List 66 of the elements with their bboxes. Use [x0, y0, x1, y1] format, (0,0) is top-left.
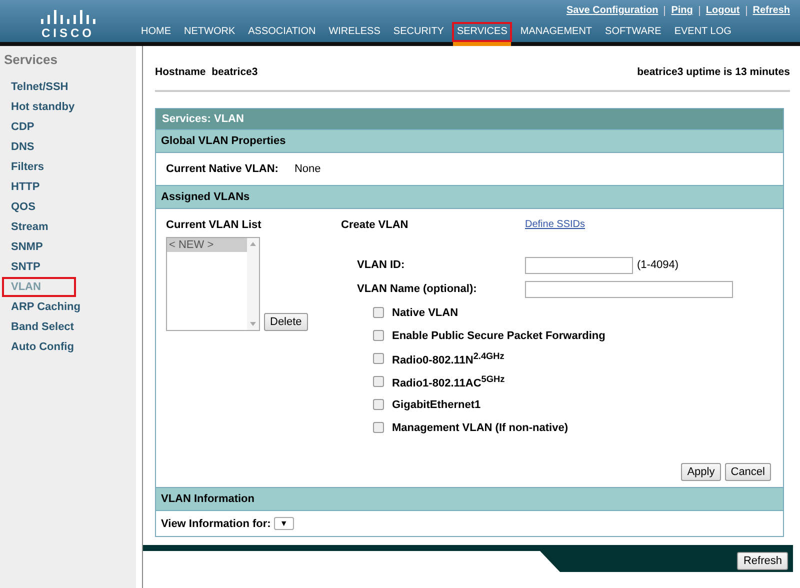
option-label: GigabitEthernet1	[392, 398, 481, 410]
dropdown[interactable]: ▼	[274, 517, 294, 530]
option-label: Native VLAN	[392, 306, 458, 318]
nav-tab[interactable]: WIRELESS	[324, 22, 386, 42]
vlan-id-label: VLAN ID:	[357, 259, 406, 271]
native-vlan-value: None	[294, 163, 321, 175]
section-header: VLAN Information	[156, 487, 783, 511]
define-ssids-link[interactable]: Define SSIDs	[525, 219, 586, 231]
nav-tab[interactable]: EVENT LOG	[669, 22, 736, 42]
sidebar-item[interactable]: Telnet/SSH	[2, 77, 76, 97]
vlan-listbox[interactable]: < NEW >	[166, 237, 260, 331]
header-link[interactable]: Logout	[706, 5, 740, 16]
cancel-button[interactable]: Cancel	[724, 463, 771, 481]
sidebar-item[interactable]: ARP Caching	[2, 297, 88, 317]
native-vlan-label: Current Native VLAN:	[166, 163, 278, 175]
checkbox[interactable]	[373, 330, 384, 341]
vlan-list-item[interactable]: < NEW >	[167, 238, 247, 252]
nav-tab[interactable]: SOFTWARE	[600, 22, 666, 42]
checkbox[interactable]	[373, 422, 384, 433]
sidebar-item[interactable]: Auto Config	[2, 337, 82, 357]
checkbox[interactable]	[373, 307, 384, 318]
vlan-name-label: VLAN Name (optional):	[357, 283, 478, 295]
sidebar-item[interactable]: CDP	[2, 117, 76, 137]
nav-tab[interactable]: SECURITY	[388, 22, 449, 42]
sidebar-item[interactable]: SNMP	[2, 237, 76, 257]
sidebar-item[interactable]: DNS	[2, 137, 76, 157]
option-label: Enable Public Secure Packet Forwarding	[392, 330, 606, 342]
scroll-up-icon[interactable]	[250, 242, 256, 246]
create-vlan-label: Create VLAN	[341, 219, 410, 231]
vlan-id-field[interactable]	[525, 256, 633, 274]
nav-tab[interactable]: HOME	[136, 22, 176, 42]
sidebar-item[interactable]: SNTP	[2, 257, 76, 277]
nav-tab[interactable]: NETWORK	[179, 22, 240, 42]
header-link[interactable]: Ping	[671, 5, 693, 16]
panel-title: Services: VLAN	[156, 109, 783, 129]
delete-button[interactable]: Delete	[264, 313, 308, 331]
section-header: Global VLAN Properties	[156, 129, 783, 153]
scroll-down-icon[interactable]	[250, 322, 256, 326]
sidebar-item[interactable]: Band Select	[2, 317, 82, 337]
hostname-text: Hostname beatrice3	[155, 66, 258, 78]
sidebar-item[interactable]: Filters	[2, 157, 76, 177]
nav-tab[interactable]: ASSOCIATION	[243, 22, 321, 42]
header-link[interactable]: Refresh	[752, 5, 790, 16]
header-link[interactable]: Save Configuration	[566, 5, 658, 16]
checkbox[interactable]	[373, 353, 384, 364]
sidebar-item[interactable]: Stream	[2, 217, 76, 237]
checkbox[interactable]	[373, 376, 384, 387]
vlan-name-field[interactable]	[525, 280, 733, 298]
nav-tab[interactable]: MANAGEMENT	[515, 22, 598, 42]
refresh-button[interactable]: Refresh	[737, 552, 788, 570]
sidebar-item[interactable]: HTTP	[2, 177, 76, 197]
scrollbar[interactable]	[247, 238, 259, 330]
section-header: Assigned VLANs	[156, 185, 783, 209]
checkbox[interactable]	[373, 399, 384, 410]
option-label: Radio0-802.11N$^{2.4GHz}$	[392, 350, 504, 366]
option-label: Management VLAN (If non-native)	[392, 422, 568, 434]
sidebar-item[interactable]: QOS	[2, 197, 76, 217]
logo-text: CISCO	[41, 26, 94, 40]
sidebar-item[interactable]: Hot standby	[2, 97, 83, 117]
view-info-label: View Information for:	[161, 518, 271, 530]
vlan-list-label: Current VLAN List	[166, 219, 262, 231]
sidebar-title: Services	[3, 51, 58, 69]
option-label: Radio1-802.11AC$^{5GHz}$	[392, 374, 505, 390]
apply-button[interactable]: Apply	[681, 463, 721, 481]
uptime-text: beatrice3 uptime is 13 minutes	[637, 66, 790, 78]
vlan-id-range: (1-4094)	[637, 259, 679, 271]
